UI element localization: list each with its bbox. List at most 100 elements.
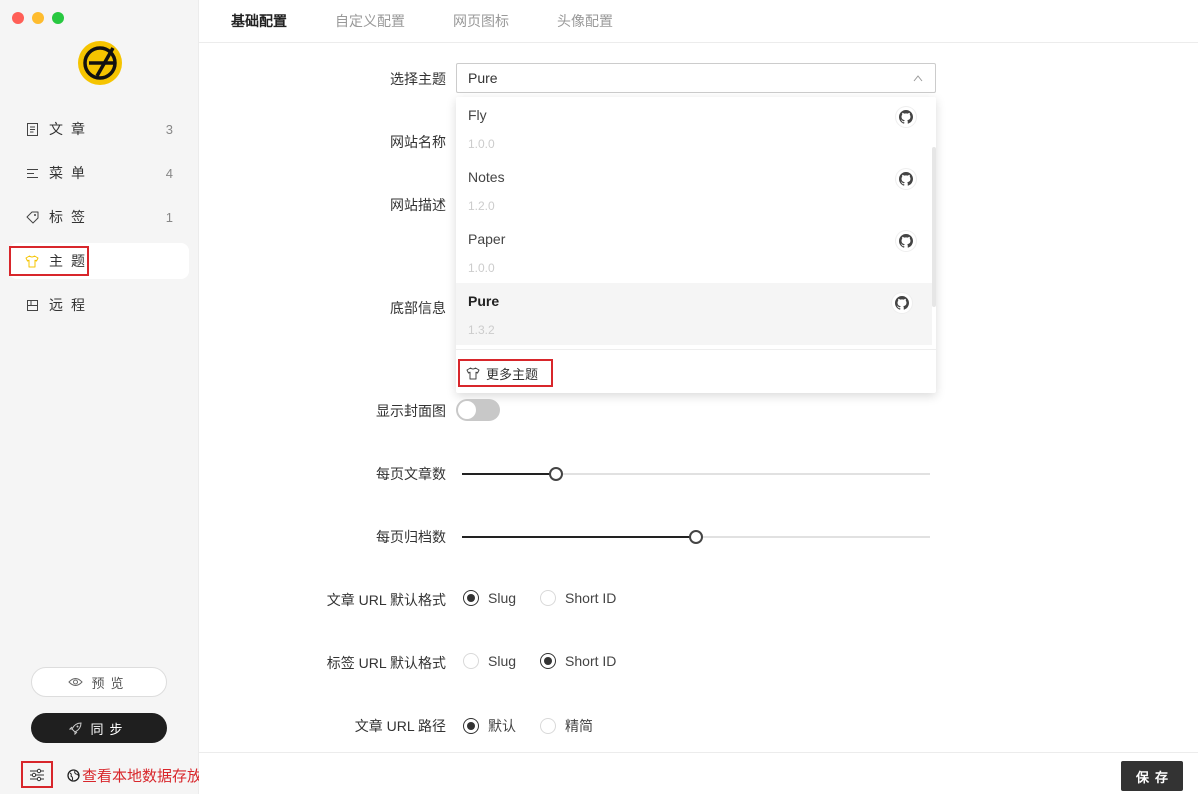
document-icon (25, 122, 39, 136)
post-path-default-radio[interactable]: 默认 (463, 716, 516, 736)
tab-favicon[interactable]: 网页图标 (453, 0, 509, 42)
shirt-icon (466, 367, 480, 379)
sidebar-item-tags[interactable]: 标签 1 (9, 199, 189, 235)
more-themes-label: 更多主题 (486, 366, 539, 382)
site-name-label: 网站名称 (390, 134, 446, 150)
slider-handle[interactable] (689, 530, 703, 544)
highlight-box (9, 246, 89, 276)
radio-label: 默认 (488, 718, 516, 734)
sidebar-item-label: 远程 (49, 297, 93, 313)
sidebar-item-label: 菜单 (49, 165, 93, 181)
radio-label: Slug (488, 590, 517, 606)
window-controls (12, 12, 64, 24)
theme-option-paper[interactable]: Paper 1.0.0 (456, 221, 936, 283)
sidebar-item-articles[interactable]: 文章 3 (9, 111, 189, 147)
post-url-slug-radio[interactable]: Slug (463, 590, 516, 606)
sidebar-item-themes[interactable]: 主题 (9, 243, 189, 279)
sliders-icon (30, 768, 44, 781)
theme-option-version: 1.2.0 (468, 199, 495, 213)
theme-label: 选择主题 (390, 71, 446, 87)
github-icon[interactable] (896, 169, 916, 189)
post-path-simple-radio[interactable]: 精简 (540, 716, 593, 736)
tab-custom[interactable]: 自定义配置 (335, 0, 405, 42)
footer-bar (199, 752, 1198, 794)
theme-dropdown: Fly 1.0.0 Notes 1.2.0 Paper 1.0.0 Pure 1… (456, 97, 936, 393)
sidebar-item-count: 4 (165, 165, 173, 181)
theme-option-name: Fly (468, 107, 487, 123)
radio-dot (540, 590, 557, 606)
maximize-window-button[interactable] (52, 12, 64, 24)
eye-icon (68, 678, 84, 686)
theme-option-notes[interactable]: Notes 1.2.0 (456, 159, 936, 221)
theme-option-fly[interactable]: Fly 1.0.0 (456, 97, 936, 159)
slider-track (462, 536, 696, 538)
theme-option-version: 1.0.0 (468, 261, 495, 275)
archives-per-page-label: 每页归档数 (376, 529, 446, 545)
radio-label: Short ID (565, 653, 617, 669)
theme-option-name: Paper (468, 231, 506, 247)
show-cover-toggle[interactable] (456, 399, 500, 421)
post-url-format-radios: Slug Short ID (463, 590, 640, 606)
tag-url-shortid-radio[interactable]: Short ID (540, 653, 616, 669)
sidebar-item-label: 标签 (49, 209, 93, 225)
post-url-path-label: 文章 URL 路径 (354, 718, 446, 734)
sidebar-item-label: 文章 (49, 121, 93, 137)
sync-button[interactable]: 同步 (31, 713, 167, 743)
close-window-button[interactable] (12, 12, 24, 24)
minimize-window-button[interactable] (32, 12, 44, 24)
menu-icon (25, 166, 39, 180)
radio-dot (463, 653, 479, 669)
theme-option-version: 1.3.2 (468, 323, 495, 337)
tab-avatar[interactable]: 头像配置 (557, 0, 613, 42)
posts-per-page-label: 每页文章数 (376, 466, 446, 482)
sidebar-item-count: 1 (165, 209, 173, 225)
theme-option-name: Pure (468, 293, 500, 309)
globe-icon (67, 769, 80, 782)
github-icon[interactable] (892, 293, 912, 313)
dropdown-footer: 更多主题 (456, 349, 936, 393)
dropdown-scrollbar[interactable] (932, 147, 936, 307)
toggle-knob (458, 401, 476, 419)
github-icon[interactable] (896, 107, 916, 127)
config-tabs: 基础配置 自定义配置 网页图标 头像配置 (199, 0, 1198, 43)
slider-track (462, 473, 556, 475)
radio-label: 精简 (565, 718, 593, 734)
radio-dot (463, 718, 479, 734)
tag-url-format-radios: Slug Short ID (463, 653, 640, 669)
remote-icon (25, 298, 39, 312)
settings-button[interactable] (21, 761, 53, 788)
theme-option-version: 1.0.0 (468, 137, 495, 151)
slider-handle[interactable] (548, 467, 563, 481)
sidebar-item-remote[interactable]: 远程 (9, 287, 189, 323)
show-cover-label: 显示封面图 (376, 403, 446, 419)
tab-basic[interactable]: 基础配置 (231, 0, 287, 42)
tag-url-slug-radio[interactable]: Slug (463, 653, 516, 669)
tag-icon (25, 210, 39, 224)
theme-option-name: Notes (468, 169, 505, 185)
sidebar-item-count: 3 (165, 121, 173, 137)
more-themes-button[interactable]: 更多主题 (458, 359, 553, 387)
sidebar-item-menus[interactable]: 菜单 4 (9, 155, 189, 191)
tag-url-format-label: 标签 URL 默认格式 (326, 655, 446, 671)
theme-select[interactable]: Pure (456, 63, 936, 93)
preview-button[interactable]: 预览 (31, 667, 167, 697)
sync-label: 同步 (90, 721, 129, 737)
site-desc-label: 网站描述 (390, 197, 446, 213)
footer-info-label: 底部信息 (390, 300, 446, 316)
post-url-format-label: 文章 URL 默认格式 (326, 592, 446, 608)
sidebar: 文章 3 菜单 4 标签 1 主题 远程 预览 同步 (0, 0, 199, 794)
post-url-shortid-radio[interactable]: Short ID (540, 590, 616, 606)
archives-per-page-slider[interactable] (462, 530, 930, 544)
post-url-path-radios: 默认 精简 (463, 716, 617, 736)
posts-per-page-slider[interactable] (462, 467, 930, 481)
github-icon[interactable] (896, 231, 916, 251)
rocket-icon (69, 721, 82, 735)
theme-option-pure[interactable]: Pure 1.3.2 (456, 283, 932, 345)
save-button[interactable]: 保存 (1121, 761, 1183, 791)
theme-select-value: Pure (468, 70, 498, 86)
radio-dot (463, 590, 479, 606)
radio-dot (540, 718, 556, 734)
radio-label: Short ID (565, 590, 617, 606)
radio-label: Slug (488, 653, 517, 669)
sidebar-nav: 文章 3 菜单 4 标签 1 主题 远程 (9, 111, 189, 331)
